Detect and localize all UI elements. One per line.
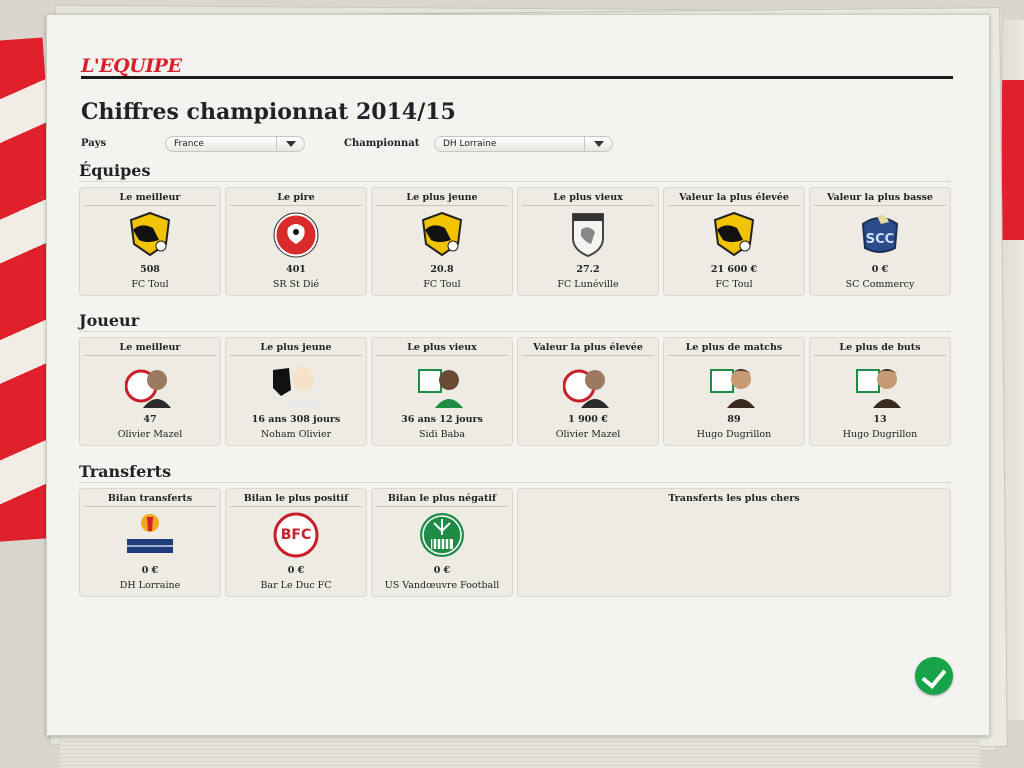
league-logo-icon	[125, 511, 175, 559]
player-portrait-icon	[271, 360, 321, 408]
team-stat-card-oldest[interactable]: Le plus vieux 27.2 FC Lunéville	[517, 187, 659, 296]
us-vandoeuvre-crest-icon	[417, 511, 467, 559]
bar-le-duc-crest-icon: BFC	[271, 511, 321, 559]
country-select-value: France	[174, 139, 204, 149]
player-stat-card-highest-value[interactable]: Valeur la plus élevée 1 900 € Olivier Ma…	[517, 337, 659, 446]
fc-toul-crest-icon	[417, 210, 467, 258]
most-expensive-transfers-title: Transferts les plus chers	[668, 493, 800, 504]
transfer-stat-card-most-negative[interactable]: Bilan le plus négatif 0 € US Vandœuvre F…	[371, 488, 513, 597]
league-select[interactable]: DH Lorraine	[434, 136, 613, 152]
player-portrait-icon	[417, 360, 467, 408]
masthead: L'EQUIPE	[81, 55, 953, 79]
most-expensive-transfers-panel: Transferts les plus chers	[517, 488, 951, 597]
transfer-stat-card-most-positive[interactable]: Bilan le plus positif BFC 0 € Bar Le Duc…	[225, 488, 367, 597]
player-stat-card-most-goals[interactable]: Le plus de buts 13 Hugo Dugrillon	[809, 337, 951, 446]
svg-text:BFC: BFC	[281, 527, 312, 543]
paper-stack-edges	[60, 738, 980, 768]
player-portrait-icon	[124, 360, 175, 408]
country-label: Pays	[81, 138, 107, 149]
team-stat-card-youngest[interactable]: Le plus jeune 20.8 FC Toul	[371, 187, 513, 296]
team-stat-card-highest-value[interactable]: Valeur la plus élevée 21 600 € FC Toul	[663, 187, 805, 296]
player-stat-card-youngest[interactable]: Le plus jeune 16 ans 308 jours Noham Oli…	[225, 337, 367, 446]
section-divider	[79, 482, 951, 483]
fc-toul-crest-icon	[125, 210, 175, 258]
section-title-transfers: Transferts	[79, 462, 172, 481]
confirm-check-button[interactable]	[915, 657, 953, 695]
section-divider	[79, 181, 951, 182]
team-stat-card-best[interactable]: Le meilleur 508 FC Toul	[79, 187, 221, 296]
teams-grid: Le meilleur 508 FC Toul Le pire 401 SR S…	[79, 187, 951, 296]
league-select-value: DH Lorraine	[443, 139, 497, 149]
stats-sheet: L'EQUIPE Chiffres championnat 2014/15 Pa…	[46, 14, 990, 736]
fc-luneville-crest-icon	[563, 210, 613, 258]
chevron-down-icon[interactable]	[276, 136, 304, 152]
league-label: Championnat	[344, 138, 420, 149]
player-stat-card-best[interactable]: Le meilleur 47 Olivier Mazel	[79, 337, 221, 446]
section-title-players: Joueur	[79, 311, 140, 330]
team-stat-card-lowest-value[interactable]: Valeur la plus basse SCC 0 € SC Commercy	[809, 187, 951, 296]
player-stat-card-oldest[interactable]: Le plus vieux 36 ans 12 jours Sidi Baba	[371, 337, 513, 446]
country-select[interactable]: France	[165, 136, 305, 152]
players-grid: Le meilleur 47 Olivier Mazel Le plus jeu…	[79, 337, 951, 446]
player-portrait-icon	[709, 360, 759, 408]
sc-commercy-crest-icon: SCC	[855, 210, 905, 258]
sr-st-die-crest-icon	[271, 210, 321, 258]
player-portrait-icon	[562, 360, 613, 408]
team-stat-card-worst[interactable]: Le pire 401 SR St Dié	[225, 187, 367, 296]
fc-toul-crest-icon	[709, 210, 759, 258]
player-portrait-icon	[855, 360, 905, 408]
player-stat-card-most-matches[interactable]: Le plus de matchs 89 Hugo Dugrillon	[663, 337, 805, 446]
transfer-stat-card-balance[interactable]: Bilan transferts 0 € DH Lorraine	[79, 488, 221, 597]
svg-text:SCC: SCC	[866, 232, 894, 247]
transfers-grid: Bilan transferts 0 € DH Lorraine Bilan l…	[79, 488, 951, 597]
page-title: Chiffres championnat 2014/15	[81, 99, 456, 125]
lequipe-logo: L'EQUIPE	[81, 55, 182, 77]
chevron-down-icon[interactable]	[584, 136, 612, 152]
section-title-teams: Équipes	[79, 161, 151, 180]
section-divider	[79, 331, 951, 332]
